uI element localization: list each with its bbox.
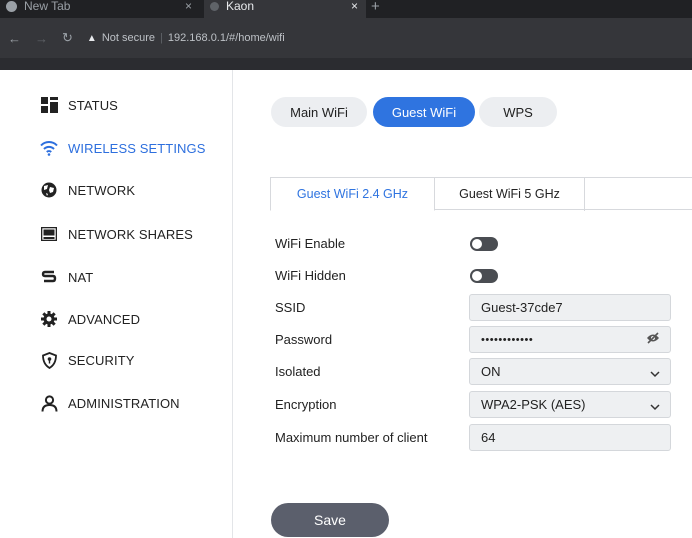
isolated-label: Isolated <box>275 364 321 379</box>
max-clients-label: Maximum number of client <box>275 430 428 445</box>
network-globe-icon <box>40 181 58 199</box>
tab-title: New Tab <box>24 0 71 13</box>
wifi-hidden-toggle[interactable] <box>470 269 498 283</box>
wifi-icon <box>40 139 58 157</box>
sidebar-item-label: ADMINISTRATION <box>68 395 180 411</box>
chevron-down-icon <box>650 366 660 381</box>
ssid-label: SSID <box>275 300 306 315</box>
sidebar-item-label: NETWORK SHARES <box>68 226 193 242</box>
max-clients-input[interactable]: 64 <box>469 424 671 451</box>
url-text[interactable]: 192.168.0.1/#/home/wifi <box>168 32 285 44</box>
app-header-strip <box>0 58 692 70</box>
max-clients-value: 64 <box>481 430 496 445</box>
password-value: •••••••••••• <box>481 333 534 346</box>
address-bar-row: ← → ↻ ▲ Not secure | 192.168.0.1/#/home/… <box>0 18 692 58</box>
sidebar-item-label: WIRELESS SETTINGS <box>68 140 206 156</box>
sidebar-item-label: STATUS <box>68 97 118 113</box>
wifi-enable-label: WiFi Enable <box>275 236 346 251</box>
tab-guest-wifi[interactable]: Guest WiFi <box>373 97 475 127</box>
ssid-input[interactable]: Guest-37cde7 <box>469 294 671 321</box>
chrome-icon <box>6 0 17 12</box>
shield-icon <box>40 351 58 369</box>
tab-guest-wifi-5ghz[interactable]: Guest WiFi 5 GHz <box>435 177 585 211</box>
warning-icon: ▲ <box>86 32 97 44</box>
sidebar-item-administration[interactable]: ADMINISTRATION <box>40 394 180 412</box>
close-icon[interactable]: × <box>185 0 192 13</box>
tab-wps[interactable]: WPS <box>479 97 557 127</box>
not-secure-label[interactable]: Not secure <box>102 32 155 44</box>
user-icon <box>40 394 58 412</box>
nat-icon <box>40 268 58 286</box>
gear-icon <box>40 310 58 328</box>
save-button[interactable]: Save <box>271 503 389 537</box>
isolated-select[interactable]: ON <box>469 358 671 385</box>
favicon-icon <box>210 1 219 11</box>
sidebar-item-label: NETWORK <box>68 182 136 198</box>
network-shares-icon <box>40 225 58 243</box>
eye-slash-icon[interactable] <box>646 332 660 347</box>
encryption-select[interactable]: WPA2-PSK (AES) <box>469 391 671 418</box>
isolated-value: ON <box>481 364 501 379</box>
back-arrow-icon[interactable]: ← <box>8 31 21 46</box>
tab-main-wifi[interactable]: Main WiFi <box>271 97 367 127</box>
sidebar-item-network-shares[interactable]: NETWORK SHARES <box>40 225 193 243</box>
url-separator: | <box>160 32 163 44</box>
sidebar-item-label: ADVANCED <box>68 311 141 327</box>
sidebar-item-network[interactable]: NETWORK <box>40 181 135 199</box>
tab-title: Kaon <box>226 0 255 13</box>
password-label: Password <box>275 332 333 347</box>
tab-guest-wifi-2-4ghz[interactable]: Guest WiFi 2.4 GHz <box>270 177 435 211</box>
reload-icon[interactable]: ↻ <box>62 30 73 46</box>
forward-arrow-icon[interactable]: → <box>35 31 48 46</box>
sidebar-item-status[interactable]: STATUS <box>40 96 118 114</box>
status-icon <box>40 96 58 114</box>
new-tab-button[interactable]: + <box>371 0 380 18</box>
sidebar-item-label: NAT <box>68 269 94 285</box>
encryption-value: WPA2-PSK (AES) <box>481 397 586 412</box>
sidebar-item-label: SECURITY <box>68 352 135 368</box>
encryption-label: Encryption <box>275 397 337 412</box>
chevron-down-icon <box>650 399 660 414</box>
browser-tab-kaon[interactable]: Kaon × <box>204 0 366 18</box>
ssid-value: Guest-37cde7 <box>481 300 563 315</box>
browser-tab-new-tab[interactable]: New Tab × <box>0 0 200 18</box>
band-tab-bar: Guest WiFi 2.4 GHz Guest WiFi 5 GHz <box>270 177 692 211</box>
sidebar-item-security[interactable]: SECURITY <box>40 351 135 369</box>
wifi-enable-toggle[interactable] <box>470 237 498 251</box>
password-input[interactable]: •••••••••••• <box>469 326 671 353</box>
browser-tab-bar: New Tab × Kaon × + <box>0 0 692 18</box>
sidebar-item-wireless-settings[interactable]: WIRELESS SETTINGS <box>40 139 206 157</box>
wifi-hidden-label: WiFi Hidden <box>275 268 346 283</box>
close-icon[interactable]: × <box>351 0 358 13</box>
sidebar-item-nat[interactable]: NAT <box>40 268 93 286</box>
sidebar-item-advanced[interactable]: ADVANCED <box>40 310 140 328</box>
